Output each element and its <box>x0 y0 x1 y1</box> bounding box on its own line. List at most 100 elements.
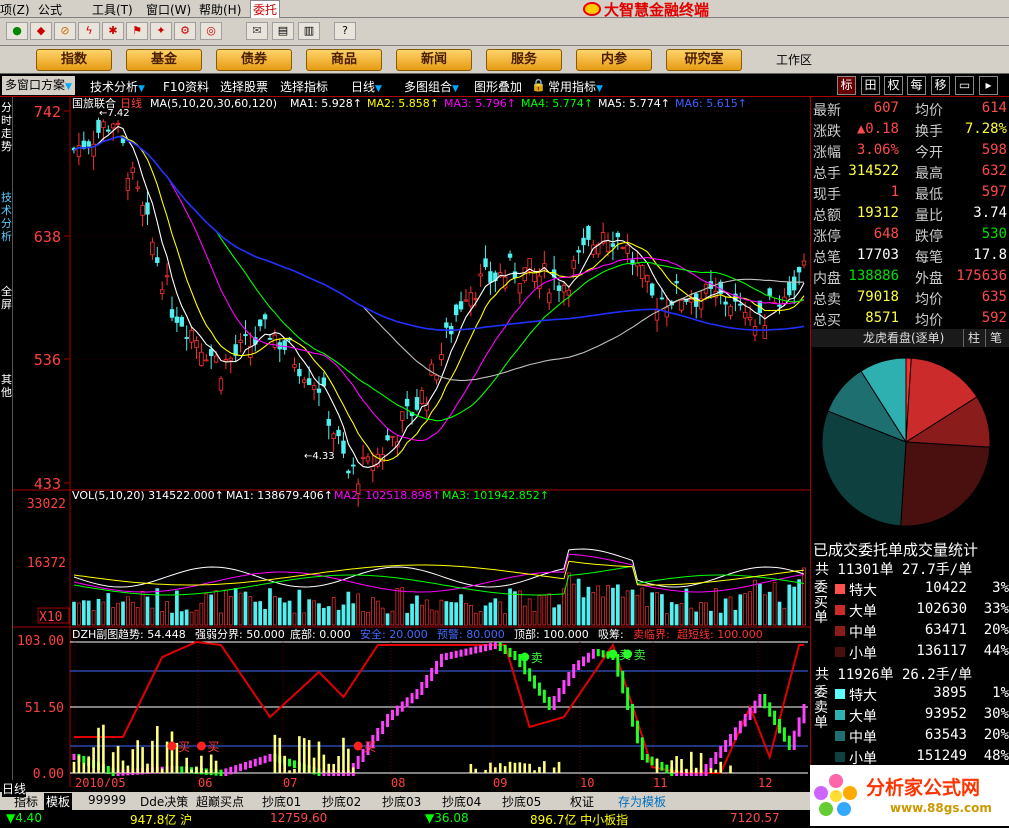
tab-play[interactable]: ▸ <box>979 76 998 95</box>
color-swatch <box>835 605 845 615</box>
bell-icon[interactable]: ✱ <box>102 22 124 40</box>
bottom-tab[interactable]: 抄底03 <box>382 793 421 810</box>
common-indicators-menu[interactable]: 常用指标▼ <box>548 78 603 95</box>
menu-item-help[interactable]: 帮助(H) <box>199 1 241 18</box>
volume-unit-label: X10 <box>39 610 62 625</box>
star-icon[interactable]: ✦ <box>150 22 172 40</box>
bottom-tab[interactable]: 模板 <box>44 793 73 810</box>
nav-index-button[interactable]: 指数 <box>36 49 112 71</box>
select-indicator-button[interactable]: 选择指标 <box>280 78 328 95</box>
bottom-tab[interactable]: 抄底01 <box>262 793 301 810</box>
select-stock-button[interactable]: 选择股票 <box>220 78 268 95</box>
bottom-tab[interactable]: 99999 <box>88 793 126 807</box>
nav-bar: 指数 基金 债券 商品 新闻 服务 内参 研究室 工作区 <box>0 46 1009 74</box>
tab-stroke[interactable]: 笔 <box>985 329 1002 347</box>
tab-window[interactable]: ▭ <box>955 76 974 95</box>
chart-area[interactable]: 742 638 536 433 33022 16372 X10 103.00 51.50 0.00… <box>13 97 810 787</box>
menu-item-tools[interactable]: 工具(T) <box>92 1 133 18</box>
bottom-tab[interactable]: 指标 <box>14 793 38 810</box>
tab-rights[interactable]: 权 <box>884 76 903 95</box>
candle-body <box>243 334 248 337</box>
accumulation-bar <box>655 758 659 773</box>
quote-label: 总买 <box>813 313 841 329</box>
buy-order-row: 中单 63471 20% <box>833 622 1009 642</box>
indicator-param: 预警: 80.000 <box>437 627 505 641</box>
home-icon[interactable]: ● <box>6 22 28 40</box>
candle-body <box>86 141 91 147</box>
tab-bar[interactable]: 柱 <box>963 329 980 347</box>
bottom-tab[interactable]: 抄底04 <box>442 793 481 810</box>
dropdown-icon: ▼ <box>375 84 382 94</box>
bottom-tab[interactable]: 超巅买点 <box>196 793 244 810</box>
bottom-tab[interactable]: Dde决策 <box>140 793 188 810</box>
daily-period-menu[interactable]: 日线▼ <box>351 78 382 95</box>
nav-service-button[interactable]: 服务 <box>486 49 562 71</box>
multi-chart-menu[interactable]: 多图组合▼ <box>404 78 459 95</box>
flag-icon[interactable]: ⚑ <box>126 22 148 40</box>
volume-bar <box>704 602 708 626</box>
accumulation-bar <box>126 765 130 773</box>
cancel-icon[interactable]: ⊘ <box>54 22 76 40</box>
lock-icon[interactable]: 🔒 <box>531 78 546 92</box>
bottom-tab[interactable]: 抄底05 <box>502 793 541 810</box>
quote-label: 内盘 <box>813 271 841 287</box>
bottom-tab[interactable]: 抄底02 <box>322 793 361 810</box>
nav-research-button[interactable]: 研究室 <box>666 49 742 71</box>
candle-body <box>615 232 621 238</box>
f10-button[interactable]: F10资料 <box>163 78 209 95</box>
target-icon[interactable]: ◎ <box>200 22 222 40</box>
bottom-tab[interactable]: 权证 <box>570 793 594 810</box>
nav-news-button[interactable]: 新闻 <box>396 49 472 71</box>
overlay-button[interactable]: 图形叠加 <box>474 78 522 95</box>
candle-body <box>385 435 390 441</box>
quote-label: 涨停 <box>813 229 841 245</box>
candle-body <box>576 250 581 253</box>
volume-bar <box>635 594 640 626</box>
price-tick-label: 433 <box>34 475 61 493</box>
volume-bar <box>282 602 287 626</box>
nav-fund-button[interactable]: 基金 <box>126 49 202 71</box>
window-icon[interactable]: ▤ <box>272 22 294 40</box>
candle-body <box>547 292 552 304</box>
tab-technical[interactable]: 技术分析 <box>0 191 13 243</box>
accumulation-bar <box>204 770 208 773</box>
menu-bar: 项(Z) 公式 工具(T) 窗口(W) 帮助(H) 委托 大智慧金融终端 <box>0 0 1009 19</box>
layout-icon[interactable]: ▥ <box>298 22 320 40</box>
candle-body <box>488 271 493 283</box>
nav-commodity-button[interactable]: 商品 <box>306 49 382 71</box>
menu-item-formula[interactable]: 公式 <box>38 1 62 18</box>
order-percent: 1% <box>992 685 1009 701</box>
tab-mark[interactable]: 标 <box>837 76 856 95</box>
accumulation-bar <box>503 766 507 773</box>
tab-move[interactable]: 移 <box>931 76 950 95</box>
candle-body <box>257 319 263 327</box>
nav-bond-button[interactable]: 债券 <box>216 49 292 71</box>
volume-bar <box>679 602 684 626</box>
candle-body <box>199 351 204 366</box>
tech-analysis-menu[interactable]: 技术分析▼ <box>90 78 145 95</box>
bottom-tab[interactable]: 存为模板 <box>618 793 666 810</box>
workzone-label[interactable]: 工作区 <box>776 51 812 68</box>
flash-icon[interactable]: ϟ <box>78 22 100 40</box>
volume-bar <box>165 601 169 626</box>
accumulation-bar <box>111 752 115 773</box>
candle-body <box>556 285 562 291</box>
nav-insider-button[interactable]: 内参 <box>576 49 652 71</box>
tab-every[interactable]: 每 <box>907 76 926 95</box>
mail-icon[interactable]: ✉ <box>246 22 268 40</box>
menu-item-window[interactable]: 窗口(W) <box>146 1 191 18</box>
volume-bar <box>258 601 263 626</box>
gear-icon[interactable]: ⚙ <box>174 22 196 40</box>
help-pointer-icon[interactable]: ? <box>334 22 356 40</box>
indicator-name: DZH副图 <box>72 628 118 641</box>
menu-item-entrust[interactable]: 委托 <box>250 0 281 19</box>
tab-intraday[interactable]: 分时走势 <box>0 101 13 153</box>
tab-other[interactable]: 其他 <box>0 373 13 399</box>
tab-fullscreen[interactable]: 全屏 <box>0 285 13 311</box>
volume-bar <box>689 607 694 626</box>
volume-bar <box>145 596 150 626</box>
menu-item[interactable]: 项(Z) <box>0 1 30 18</box>
multi-window-scheme[interactable]: 多窗口方案▼ <box>2 76 75 95</box>
chart-icon[interactable]: ◆ <box>30 22 52 40</box>
tab-grid[interactable]: 田 <box>861 76 880 95</box>
